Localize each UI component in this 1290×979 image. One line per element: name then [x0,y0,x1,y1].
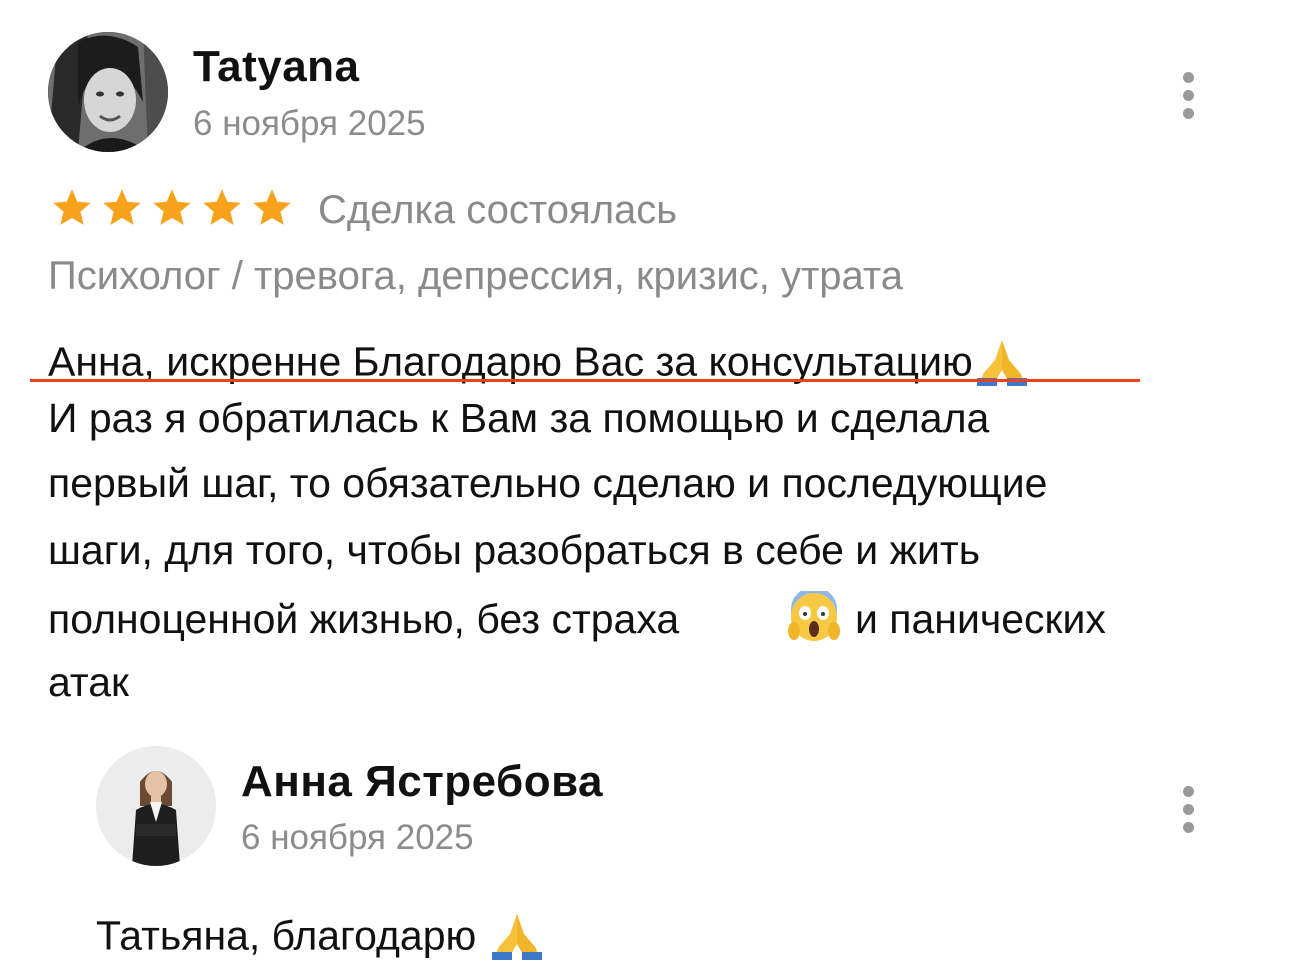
review-line: и панических [855,596,1106,642]
review-date: 6 ноября 2025 [193,104,426,143]
more-vertical-icon [1182,72,1194,83]
text-highlight-underline [30,379,1140,382]
review-line: И раз я обратилась к Вам за помощью и сд… [48,395,990,441]
reviewer-name[interactable]: Tatyana [193,45,360,89]
folded-hands-emoji [973,336,1031,393]
review-line: атак [48,659,129,705]
reply-more-menu-button[interactable] [1178,786,1198,833]
review-more-menu-button[interactable] [1178,72,1198,119]
deal-status: Сделка состоялась [318,188,678,232]
star-icon [203,189,241,225]
replier-name[interactable]: Анна Ястребова [241,760,603,804]
folded-hands-emoji [488,910,546,967]
replier-avatar[interactable] [96,746,216,866]
reviewer-avatar[interactable] [48,32,168,152]
more-vertical-icon [1182,786,1194,797]
star-icon [253,189,291,225]
star-icon [53,189,91,225]
reply-body: Татьяна, благодарю [96,910,546,967]
review-line: шаги, для того, чтобы разобраться в себе… [48,527,981,573]
face-screaming-in-fear-emoji [788,587,840,650]
star-icon [103,189,141,225]
review-line: полноценной жизнью, без страха [48,596,680,642]
reply-date: 6 ноября 2025 [241,818,474,857]
service-category: Психолог / тревога, депрессия, кризис, у… [48,254,904,298]
star-icon [153,189,191,225]
review-line: Анна, искренне Благодарю Вас за консульт… [48,336,1031,393]
review-line: первый шаг, то обязательно сделаю и посл… [48,460,1048,506]
rating-stars [50,186,294,230]
